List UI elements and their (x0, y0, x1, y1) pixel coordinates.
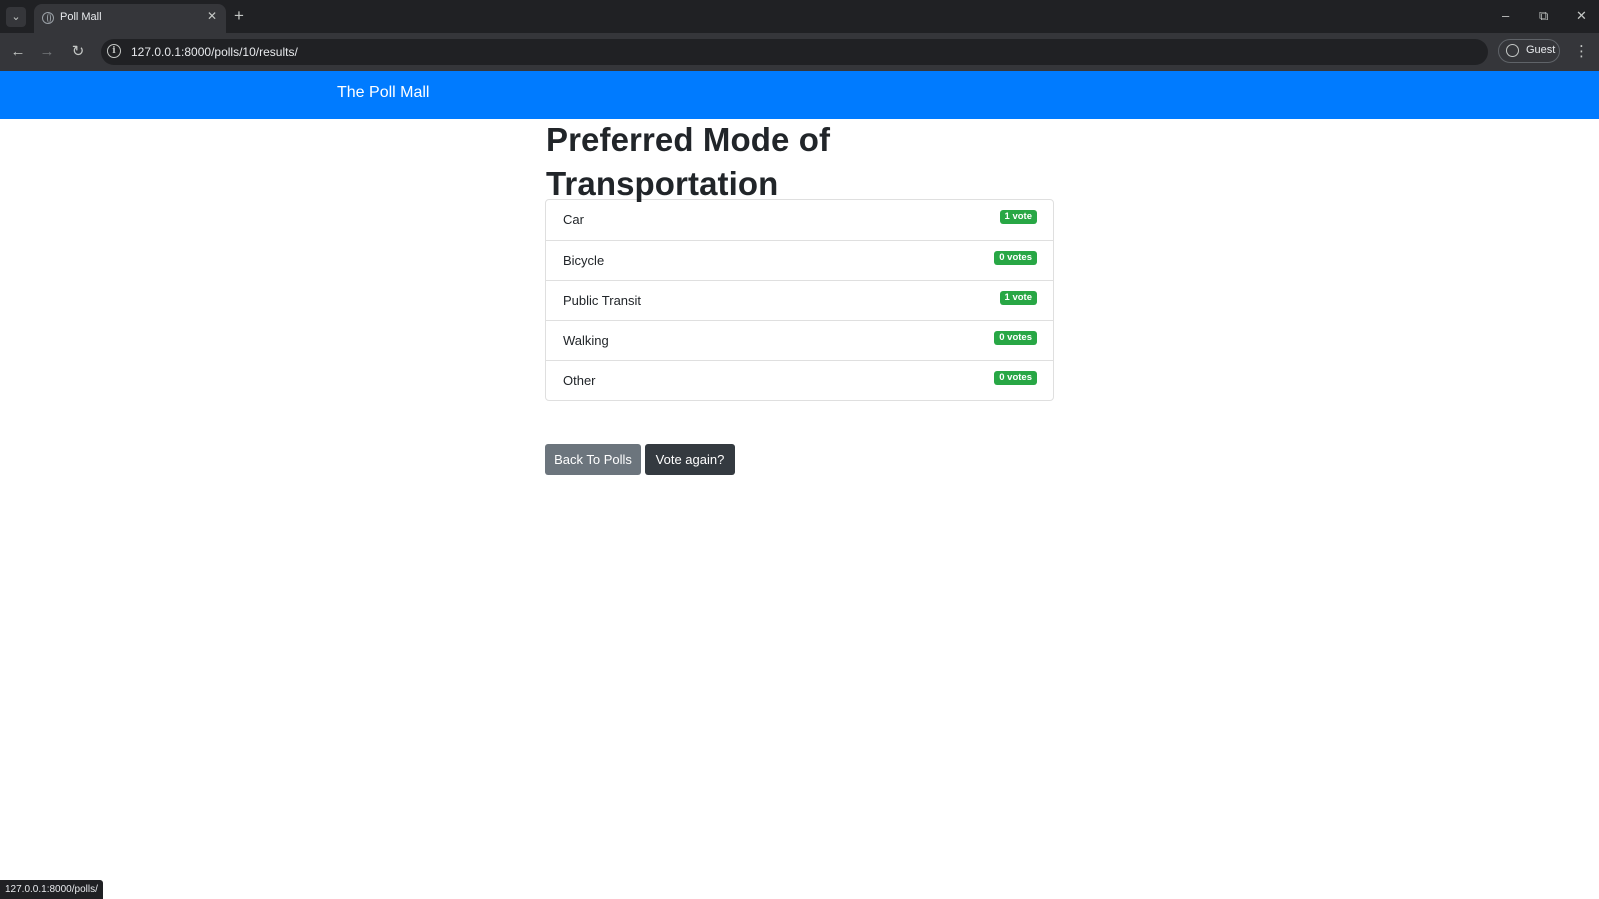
status-bar-url: 127.0.0.1:8000/polls/ (0, 880, 103, 899)
minimize-icon[interactable]: – (1502, 7, 1509, 25)
user-circle-icon (1506, 44, 1519, 57)
results-list: Car 1 vote Bicycle 0 votes Public Transi… (545, 199, 1054, 401)
choice-label: Public Transit (563, 293, 642, 308)
profile-button[interactable]: Guest (1498, 39, 1560, 63)
address-bar[interactable]: i 127.0.0.1:8000/polls/10/results/ (101, 39, 1488, 65)
vote-again-button[interactable]: Vote again? (645, 444, 735, 475)
chevron-down-icon[interactable]: ⌄ (6, 7, 26, 27)
list-item: Bicycle 0 votes (546, 240, 1053, 280)
choice-label: Car (563, 212, 584, 227)
vote-count-badge: 0 votes (994, 371, 1037, 385)
address-url[interactable]: 127.0.0.1:8000/polls/10/results/ (131, 45, 298, 59)
reload-icon[interactable]: ↻ (68, 42, 88, 62)
list-item: Public Transit 1 vote (546, 280, 1053, 320)
browser-tab[interactable]: Poll Mall ✕ (34, 4, 226, 33)
arrow-right-icon[interactable]: → (37, 42, 57, 62)
arrow-left-icon[interactable]: ← (8, 42, 28, 62)
close-icon[interactable]: ✕ (207, 9, 217, 23)
list-item: Other 0 votes (546, 360, 1053, 400)
tab-strip: ⌄ Poll Mall ✕ + – ⧉ ✕ (0, 0, 1599, 33)
restore-icon[interactable]: ⧉ (1539, 7, 1548, 25)
vote-count-badge: 1 vote (999, 210, 1037, 224)
info-icon[interactable]: i (107, 44, 121, 58)
vote-count-badge: 0 votes (994, 251, 1037, 265)
vote-count-badge: 1 vote (999, 291, 1037, 305)
brand-link[interactable]: The Poll Mall (337, 84, 429, 102)
choice-label: Walking (563, 333, 609, 348)
site-navbar: The Poll Mall (0, 71, 1599, 119)
more-vert-icon[interactable]: ⋮ (1574, 42, 1589, 62)
list-item: Car 1 vote (546, 200, 1053, 240)
tab-title: Poll Mall (60, 11, 102, 23)
list-item: Walking 0 votes (546, 320, 1053, 360)
globe-icon (42, 12, 54, 24)
back-to-polls-button[interactable]: Back To Polls (545, 444, 641, 475)
browser-toolbar: ← → ↻ i 127.0.0.1:8000/polls/10/results/… (0, 33, 1599, 71)
profile-label: Guest (1526, 44, 1556, 56)
choice-label: Other (563, 373, 596, 388)
window-close-icon[interactable]: ✕ (1576, 7, 1587, 25)
vote-count-badge: 0 votes (994, 331, 1037, 345)
page-title: Preferred Mode of Transportation (546, 121, 831, 202)
plus-icon[interactable]: + (234, 5, 244, 27)
choice-label: Bicycle (563, 253, 605, 268)
